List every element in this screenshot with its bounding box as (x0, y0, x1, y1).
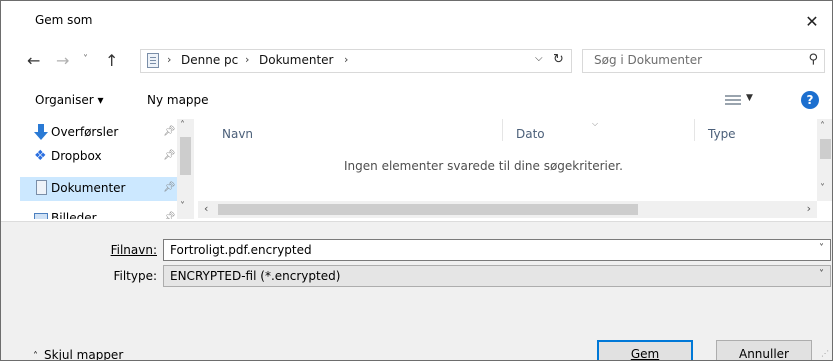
filetype-selected-value[interactable]: ENCRYPTED-fil (*.encrypted) (170, 269, 340, 283)
dropbox-icon: ❖ (34, 148, 47, 164)
chevron-down-icon: ˅ (83, 54, 88, 65)
address-bar[interactable]: › Denne pc › Dokumenter › ⌵ ↻ (140, 49, 572, 73)
cancel-button-label: Annuller (738, 347, 789, 361)
downloads-icon (34, 124, 48, 140)
forward-button[interactable]: → (56, 51, 69, 70)
scrollbar-thumb[interactable] (820, 139, 831, 159)
column-divider[interactable] (502, 119, 503, 141)
scroll-down-icon[interactable]: ˅ (820, 183, 825, 194)
pin-icon[interactable]: 📌︎ (163, 182, 176, 193)
chevron-down-icon: ⌵ (535, 53, 543, 64)
nav-item-label: Dropbox (51, 149, 102, 163)
address-history-dropdown[interactable]: ⌵ (535, 53, 543, 64)
navigation-pane: Overførsler 📌︎ ❖ Dropbox 📌︎ Dokumenter 📌… (20, 119, 200, 219)
nav-item-downloads[interactable]: Overførsler 📌︎ (20, 121, 186, 145)
filetype-label: Filtype: (113, 269, 157, 283)
breadcrumb-separator[interactable]: › (167, 53, 171, 66)
cancel-button[interactable]: Annuller (716, 340, 812, 361)
organize-menu[interactable]: Organiser ▾ (35, 93, 103, 107)
sort-indicator-icon: ⌵ (592, 119, 599, 128)
save-button[interactable]: Gem (597, 340, 693, 361)
scroll-left-icon[interactable]: ‹ (204, 202, 208, 215)
save-form: Filnavn: Fortroligt.pdf.encrypted ˅ Filt… (1, 221, 832, 361)
refresh-button[interactable]: ↻ (553, 52, 564, 67)
filename-field[interactable]: Fortroligt.pdf.encrypted ˅ (163, 239, 831, 261)
scroll-up-icon[interactable]: ˄ (180, 120, 185, 131)
save-as-dialog: Gem som ✕ ← → ˅ ↑ › Denne pc › Dokumente… (0, 0, 833, 361)
close-icon: ✕ (805, 11, 819, 31)
nav-item-dropbox[interactable]: ❖ Dropbox 📌︎ (20, 145, 186, 169)
address-row: ← → ˅ ↑ › Denne pc › Dokumenter › ⌵ ↻ Sø… (1, 41, 832, 79)
file-list-vertical-scrollbar[interactable]: ˄ ˅ (817, 119, 832, 201)
nav-item-label: Overførsler (51, 125, 119, 139)
navigation-scrollbar[interactable]: ˄ ˅ (177, 119, 194, 219)
search-input[interactable]: Søg i Dokumenter (594, 53, 702, 67)
arrow-up-icon: ↑ (105, 51, 119, 70)
search-box[interactable]: Søg i Dokumenter ⚲ (582, 49, 825, 73)
view-options-dropdown[interactable]: ▼ (746, 93, 753, 103)
resize-grip-icon[interactable]: ⋰ (821, 349, 829, 358)
nav-item-label: Dokumenter (51, 181, 126, 195)
column-header-date[interactable]: Dato (516, 127, 545, 141)
back-button[interactable]: ← (27, 51, 40, 70)
documents-icon (36, 180, 47, 195)
arrow-right-icon: → (56, 51, 70, 70)
scroll-down-icon[interactable]: ˅ (180, 201, 185, 212)
filename-label: Filnavn: (77, 243, 157, 257)
nav-item-pictures[interactable]: Billeder 📌︎ (20, 207, 186, 219)
title-bar: Gem som ✕ (1, 1, 832, 41)
close-button[interactable]: ✕ (798, 7, 826, 35)
breadcrumb-documents[interactable]: Dokumenter (259, 53, 333, 67)
empty-message: Ingen elementer svarede til dine søgekri… (344, 159, 623, 173)
refresh-icon: ↻ (553, 52, 564, 67)
file-list-horizontal-scrollbar[interactable]: ‹ › (198, 201, 817, 218)
pin-icon[interactable]: 📌︎ (163, 212, 176, 219)
pictures-icon (34, 213, 48, 219)
breadcrumb-separator[interactable]: › (344, 53, 348, 66)
pin-icon[interactable]: 📌︎ (163, 126, 176, 137)
arrow-left-icon: ← (27, 51, 41, 70)
hide-folders-button[interactable]: ˄ Skjul mapper (33, 348, 124, 361)
help-icon[interactable]: ? (801, 91, 819, 109)
scrollbar-thumb[interactable] (180, 137, 191, 175)
chevron-down-icon[interactable]: ˅ (819, 269, 824, 280)
column-header-name[interactable]: Navn (222, 127, 253, 141)
save-button-label: Gem (630, 347, 660, 361)
scroll-right-icon[interactable]: › (807, 202, 811, 215)
filename-label-text: Filnavn: (110, 243, 157, 257)
toolbar: Organiser ▾ Ny mappe ▼ ? (1, 83, 832, 117)
column-header-type[interactable]: Type (708, 127, 736, 141)
column-divider[interactable] (694, 119, 695, 141)
breadcrumb-this-pc[interactable]: Denne pc (181, 53, 238, 67)
search-icon[interactable]: ⚲ (808, 52, 818, 67)
nav-item-label: Billeder (51, 211, 97, 219)
hide-folders-label: Skjul mapper (44, 348, 124, 361)
breadcrumb-separator[interactable]: › (245, 53, 249, 66)
filename-input-value[interactable]: Fortroligt.pdf.encrypted (170, 243, 312, 257)
up-button[interactable]: ↑ (105, 51, 118, 70)
pin-icon[interactable]: 📌︎ (163, 150, 176, 161)
dialog-title: Gem som (35, 13, 93, 27)
chevron-down-icon[interactable]: ˅ (819, 243, 824, 254)
view-options-icon[interactable] (725, 95, 741, 105)
nav-item-documents[interactable]: Dokumenter 📌︎ (20, 177, 186, 201)
scroll-up-icon[interactable]: ˄ (820, 121, 825, 132)
scrollbar-thumb[interactable] (218, 204, 638, 215)
new-folder-button[interactable]: Ny mappe (147, 93, 209, 107)
documents-icon (147, 53, 159, 68)
recent-locations-button[interactable]: ˅ (83, 54, 88, 65)
chevron-up-icon: ˄ (33, 351, 38, 361)
filetype-select[interactable]: ENCRYPTED-fil (*.encrypted) ˅ (163, 265, 831, 287)
